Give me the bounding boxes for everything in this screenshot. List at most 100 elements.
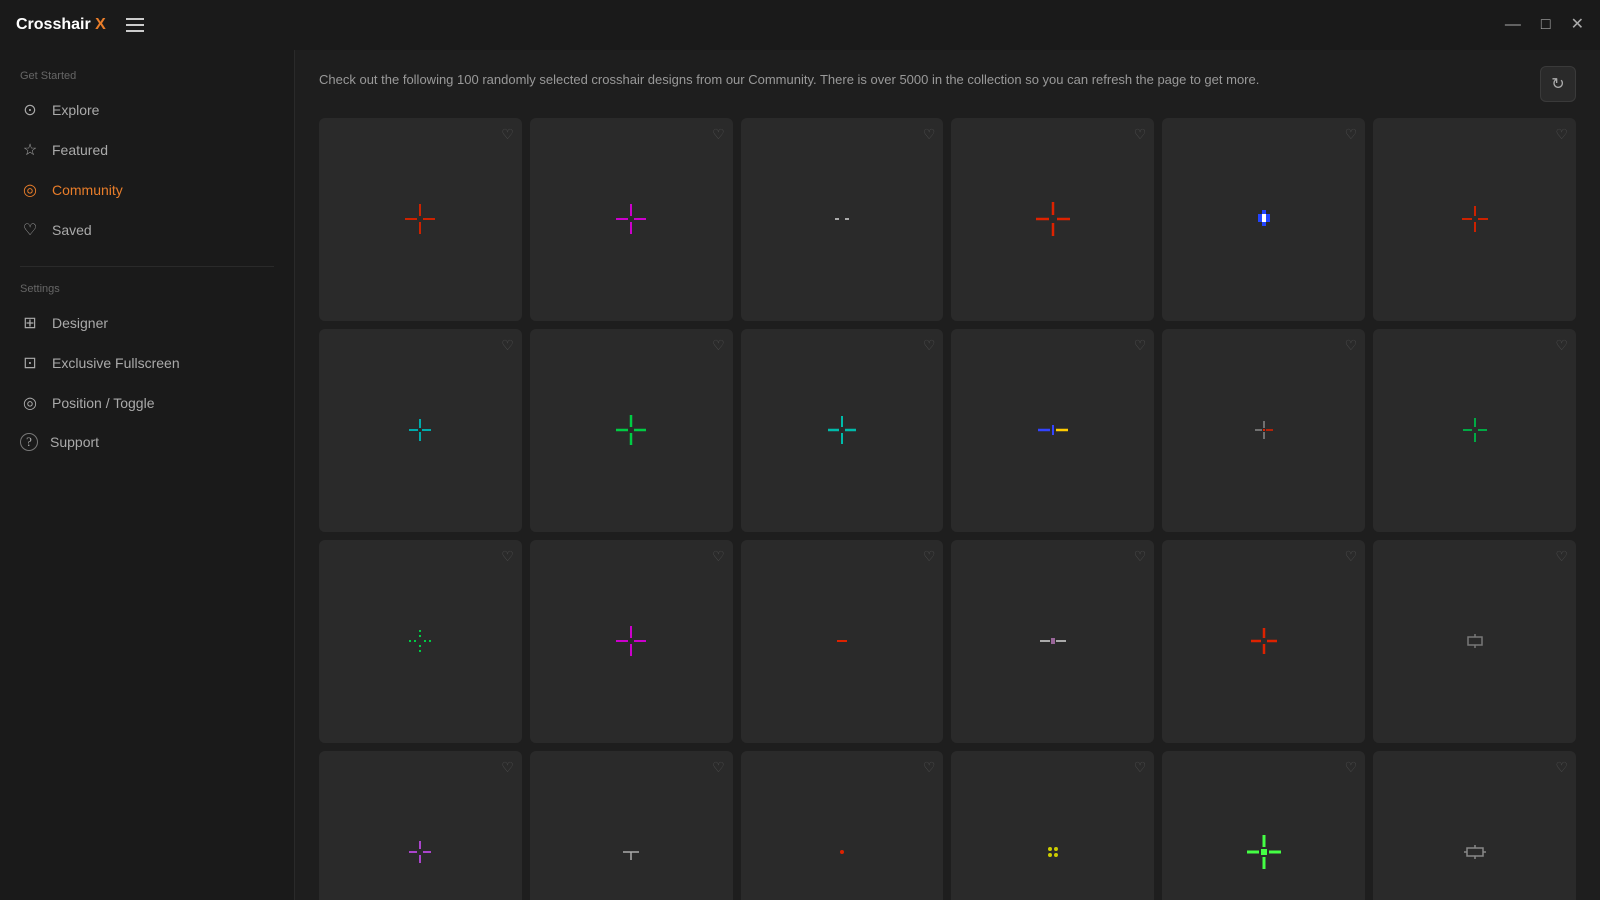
- sidebar-item-community-label: Community: [52, 182, 123, 198]
- featured-icon: ☆: [20, 140, 40, 160]
- heart-icon[interactable]: ♡: [1555, 126, 1568, 143]
- crosshair-display: [1023, 822, 1083, 882]
- titlebar-left: Crosshair X: [16, 16, 144, 34]
- heart-icon[interactable]: ♡: [923, 126, 936, 143]
- heart-icon[interactable]: ♡: [1134, 759, 1147, 776]
- heart-icon[interactable]: ♡: [501, 337, 514, 354]
- crosshair-svg: [1450, 194, 1500, 244]
- heart-icon[interactable]: ♡: [501, 548, 514, 565]
- crosshair-card[interactable]: ♡: [1162, 118, 1365, 321]
- crosshair-card[interactable]: ♡: [319, 751, 522, 900]
- heart-icon[interactable]: ♡: [712, 126, 725, 143]
- heart-icon[interactable]: ♡: [501, 759, 514, 776]
- crosshair-grid: ♡ ♡: [319, 118, 1576, 900]
- crosshair-display: [1023, 400, 1083, 460]
- heart-icon[interactable]: ♡: [1345, 548, 1358, 565]
- heart-icon[interactable]: ♡: [1555, 548, 1568, 565]
- crosshair-card[interactable]: ♡: [530, 540, 733, 743]
- crosshair-display: [390, 189, 450, 249]
- heart-icon[interactable]: ♡: [1134, 337, 1147, 354]
- crosshair-display: [1445, 611, 1505, 671]
- crosshair-card[interactable]: ♡: [319, 329, 522, 532]
- crosshair-card[interactable]: ♡: [530, 329, 733, 532]
- crosshair-card[interactable]: ♡: [530, 751, 733, 900]
- crosshair-card[interactable]: ♡: [1373, 118, 1576, 321]
- crosshair-card[interactable]: ♡: [951, 118, 1154, 321]
- crosshair-card[interactable]: ♡: [741, 751, 944, 900]
- maximize-button[interactable]: □: [1541, 17, 1551, 33]
- crosshair-svg: [817, 827, 867, 877]
- crosshair-card[interactable]: ♡: [319, 540, 522, 743]
- crosshair-svg: [1028, 194, 1078, 244]
- heart-icon[interactable]: ♡: [923, 548, 936, 565]
- crosshair-svg: [1028, 827, 1078, 877]
- crosshair-svg: [1028, 405, 1078, 455]
- heart-icon[interactable]: ♡: [1345, 337, 1358, 354]
- crosshair-card[interactable]: ♡: [1162, 329, 1365, 532]
- heart-icon[interactable]: ♡: [923, 759, 936, 776]
- settings-label: Settings: [0, 283, 294, 303]
- crosshair-card[interactable]: ♡: [530, 118, 733, 321]
- heart-icon[interactable]: ♡: [712, 759, 725, 776]
- crosshair-display: [1023, 189, 1083, 249]
- crosshair-display: [812, 822, 872, 882]
- sidebar-item-saved[interactable]: ♡ Saved: [0, 210, 294, 250]
- heart-icon[interactable]: ♡: [1345, 759, 1358, 776]
- sidebar-item-saved-label: Saved: [52, 222, 92, 238]
- crosshair-display: [812, 189, 872, 249]
- crosshair-card[interactable]: ♡: [319, 118, 522, 321]
- crosshair-svg: [395, 405, 445, 455]
- intro-text: Check out the following 100 randomly sel…: [319, 70, 1532, 91]
- crosshair-card[interactable]: ♡: [1162, 751, 1365, 900]
- crosshair-svg: [817, 405, 867, 455]
- heart-icon[interactable]: ♡: [712, 337, 725, 354]
- heart-icon[interactable]: ♡: [1555, 337, 1568, 354]
- crosshair-card[interactable]: ♡: [1373, 540, 1576, 743]
- sidebar-item-support[interactable]: ? Support: [0, 423, 294, 461]
- refresh-button[interactable]: ↻: [1540, 66, 1576, 102]
- sidebar: Get Started ⊙ Explore ☆ Featured ◎ Commu…: [0, 50, 295, 900]
- sidebar-item-community[interactable]: ◎ Community: [0, 170, 294, 210]
- support-icon: ?: [20, 433, 38, 451]
- crosshair-card[interactable]: ♡: [951, 751, 1154, 900]
- sidebar-item-explore[interactable]: ⊙ Explore: [0, 90, 294, 130]
- crosshair-display: [1445, 189, 1505, 249]
- titlebar: Crosshair X — □ ✕: [0, 0, 1600, 50]
- heart-icon[interactable]: ♡: [923, 337, 936, 354]
- heart-icon[interactable]: ♡: [1134, 126, 1147, 143]
- crosshair-display: [390, 400, 450, 460]
- sidebar-item-position-toggle-label: Position / Toggle: [52, 395, 154, 411]
- sidebar-item-position-toggle[interactable]: ◎ Position / Toggle: [0, 383, 294, 423]
- crosshair-display: [1234, 189, 1294, 249]
- crosshair-display: [390, 822, 450, 882]
- saved-icon: ♡: [20, 220, 40, 240]
- crosshair-display: [812, 400, 872, 460]
- sidebar-item-featured[interactable]: ☆ Featured: [0, 130, 294, 170]
- crosshair-card[interactable]: ♡: [1162, 540, 1365, 743]
- crosshair-display: [1234, 822, 1294, 882]
- crosshair-display: [601, 189, 661, 249]
- heart-icon[interactable]: ♡: [1134, 548, 1147, 565]
- sidebar-item-designer[interactable]: ⊞ Designer: [0, 303, 294, 343]
- crosshair-display: [1234, 400, 1294, 460]
- sidebar-item-exclusive-fullscreen[interactable]: ⊡ Exclusive Fullscreen: [0, 343, 294, 383]
- menu-button[interactable]: [126, 18, 144, 32]
- crosshair-svg: [1239, 405, 1289, 455]
- crosshair-card[interactable]: ♡: [741, 329, 944, 532]
- heart-icon[interactable]: ♡: [501, 126, 514, 143]
- crosshair-svg: [1028, 616, 1078, 666]
- crosshair-card[interactable]: ♡: [951, 329, 1154, 532]
- minimize-button[interactable]: —: [1505, 17, 1521, 33]
- close-button[interactable]: ✕: [1571, 17, 1584, 33]
- app-title: Crosshair X: [16, 16, 106, 34]
- crosshair-display: [1234, 611, 1294, 671]
- heart-icon[interactable]: ♡: [712, 548, 725, 565]
- crosshair-card[interactable]: ♡: [741, 540, 944, 743]
- crosshair-card[interactable]: ♡: [1373, 751, 1576, 900]
- heart-icon[interactable]: ♡: [1555, 759, 1568, 776]
- crosshair-card[interactable]: ♡: [741, 118, 944, 321]
- crosshair-card[interactable]: ♡: [1373, 329, 1576, 532]
- crosshair-svg: [395, 616, 445, 666]
- heart-icon[interactable]: ♡: [1345, 126, 1358, 143]
- crosshair-card[interactable]: ♡: [951, 540, 1154, 743]
